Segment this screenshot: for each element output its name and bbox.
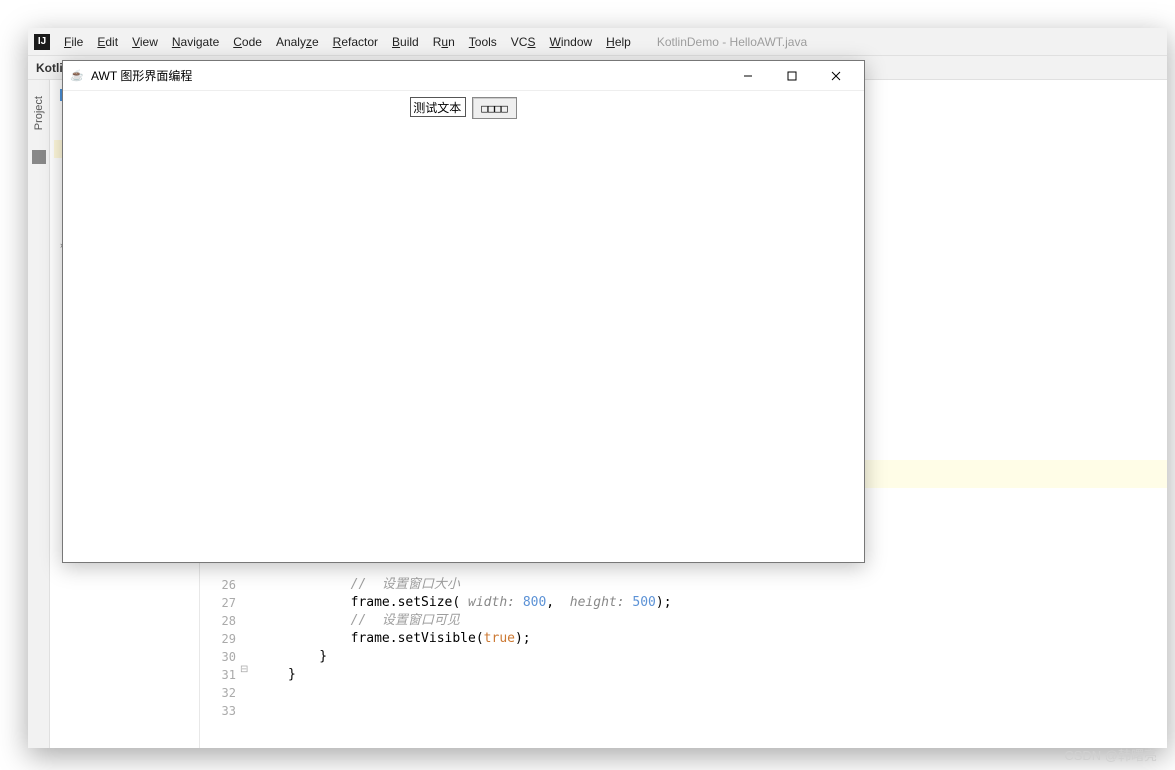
menu-view[interactable]: View — [126, 32, 164, 52]
java-icon: ☕ — [69, 68, 85, 84]
menu-analyze[interactable]: Analyze — [270, 32, 325, 52]
left-rail: Project — [28, 80, 50, 748]
menu-window[interactable]: Window — [543, 32, 598, 52]
window-title-hint: KotlinDemo - HelloAWT.java — [657, 35, 807, 49]
minimize-button[interactable] — [726, 62, 770, 90]
menu-refactor[interactable]: Refactor — [327, 32, 384, 52]
awt-textfield[interactable] — [410, 97, 466, 117]
menu-tools[interactable]: Tools — [463, 32, 503, 52]
menu-run[interactable]: Run — [427, 32, 461, 52]
menu-vcs[interactable]: VCS — [505, 32, 542, 52]
menu-help[interactable]: Help — [600, 32, 637, 52]
menu-edit[interactable]: Edit — [91, 32, 124, 52]
awt-frame[interactable]: ☕ AWT 图形界面编程 □□□□ — [62, 60, 865, 563]
awt-titlebar[interactable]: ☕ AWT 图形界面编程 — [63, 61, 864, 91]
menu-code[interactable]: Code — [227, 32, 268, 52]
app-icon: IJ — [34, 34, 50, 50]
gutter-line-numbers: 26 27 28 29 30 31 32 33 — [208, 576, 236, 720]
highlight-stripe — [857, 460, 1167, 488]
structure-icon[interactable] — [32, 150, 46, 164]
awt-content: □□□□ — [63, 91, 864, 562]
menu-file[interactable]: File — [58, 32, 89, 52]
menu-build[interactable]: Build — [386, 32, 425, 52]
awt-title-text: AWT 图形界面编程 — [91, 67, 192, 84]
close-button[interactable] — [814, 62, 858, 90]
watermark: CSDN @韩曙亮 — [1064, 745, 1157, 764]
awt-button[interactable]: □□□□ — [472, 97, 517, 119]
fold-marker[interactable]: ⊟ — [240, 664, 248, 675]
project-tool-tab[interactable]: Project — [33, 96, 45, 130]
menubar: IJ File Edit View Navigate Code Analyze … — [28, 28, 1167, 56]
menu-navigate[interactable]: Navigate — [166, 32, 225, 52]
code-block[interactable]: // 设置窗口大小 frame.setSize( width: 800, hei… — [288, 576, 672, 684]
maximize-button[interactable] — [770, 62, 814, 90]
